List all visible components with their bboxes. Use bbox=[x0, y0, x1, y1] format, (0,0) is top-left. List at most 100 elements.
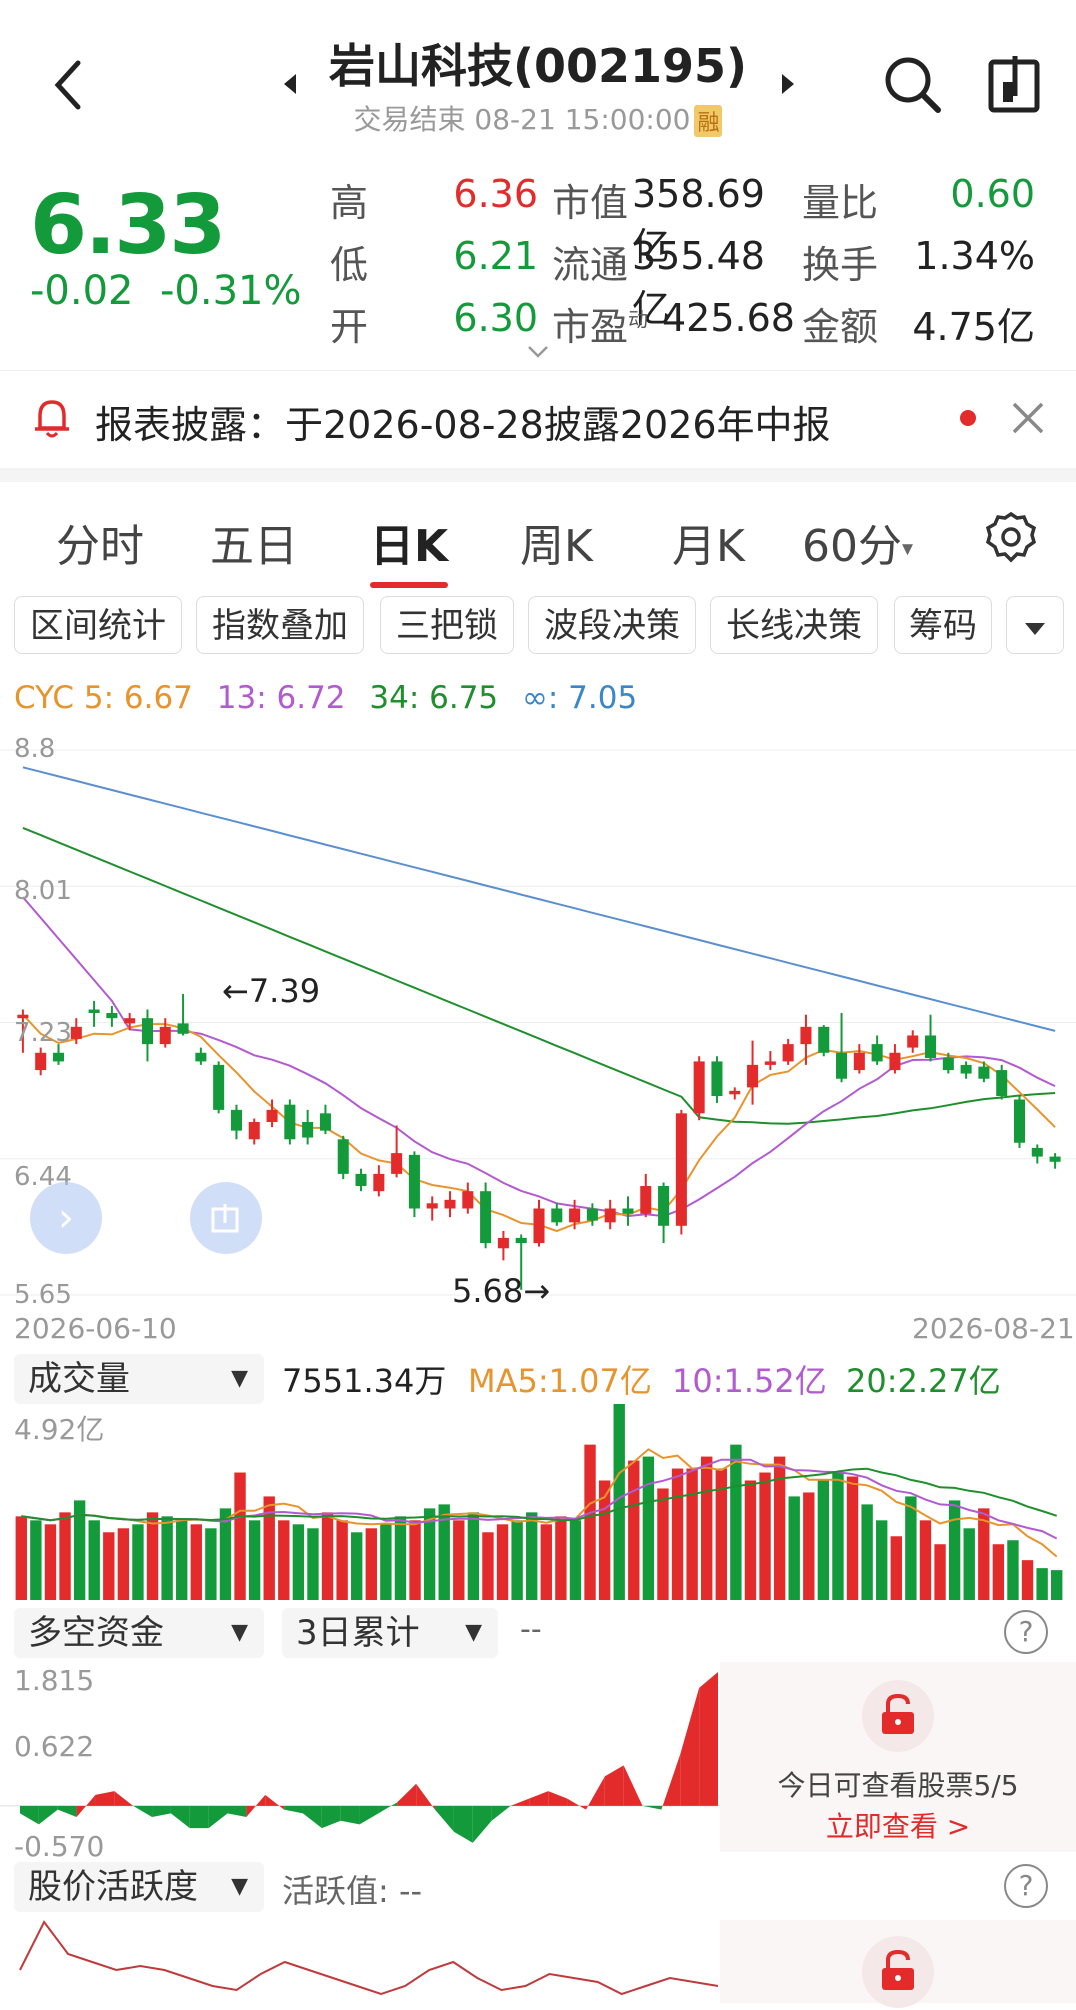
turnover-label: 换手 bbox=[802, 243, 879, 287]
close-icon[interactable] bbox=[1010, 400, 1046, 440]
volume-bar bbox=[992, 1544, 1005, 1600]
candle-body bbox=[640, 1186, 652, 1214]
candle-body bbox=[88, 1009, 100, 1013]
tool-chips[interactable]: 筹码 bbox=[894, 596, 992, 654]
tool-swing-decision[interactable]: 波段决策 bbox=[528, 596, 696, 654]
cycinf-legend: ∞: 7.05 bbox=[522, 680, 638, 716]
expand-chevron-icon[interactable] bbox=[527, 344, 549, 363]
candle-body bbox=[337, 1139, 349, 1174]
high-annotation-value: 7.39 bbox=[248, 972, 321, 1010]
notice-text[interactable]: 报表披露：于2026-08-28披露2026年中报 bbox=[95, 394, 831, 449]
candle-body bbox=[622, 1208, 634, 1214]
candle-body bbox=[195, 1052, 207, 1062]
fund-flow-area bbox=[359, 1805, 379, 1825]
volume-bar bbox=[351, 1532, 363, 1600]
fund-period-selector[interactable]: 3日累计 ▼ bbox=[282, 1608, 498, 1658]
volume-bar bbox=[394, 1516, 407, 1600]
high-label: 高 bbox=[330, 181, 369, 225]
volume-chart[interactable] bbox=[0, 1404, 1076, 1602]
volume-bar bbox=[526, 1512, 538, 1600]
volume-bar bbox=[365, 1528, 377, 1600]
volume-bar bbox=[817, 1480, 830, 1600]
fund-selector[interactable]: 多空资金 ▼ bbox=[14, 1608, 264, 1658]
expand-arrow-button[interactable]: › bbox=[30, 1182, 102, 1254]
low-value: 6.21 bbox=[453, 234, 538, 278]
tools-more-button[interactable] bbox=[1006, 596, 1064, 654]
search-icon[interactable] bbox=[880, 52, 944, 120]
tool-index-overlay[interactable]: 指数叠加 bbox=[196, 596, 364, 654]
fund-flow-area bbox=[642, 1805, 662, 1810]
volume-bar bbox=[919, 1520, 932, 1600]
share-icon[interactable] bbox=[985, 52, 1045, 120]
candle-body bbox=[159, 1026, 171, 1045]
fund-tick-mid: 0.622 bbox=[14, 1730, 95, 1763]
volume-bar bbox=[657, 1488, 669, 1600]
volume-bar bbox=[876, 1520, 888, 1600]
volume-selector[interactable]: 成交量 ▼ bbox=[14, 1354, 264, 1404]
volume-bar bbox=[540, 1524, 552, 1600]
dropdown-icon: ▼ bbox=[231, 1874, 248, 1899]
volume-bar bbox=[569, 1520, 582, 1600]
tool-three-locks[interactable]: 三把锁 bbox=[380, 596, 514, 654]
active-tab-indicator bbox=[370, 582, 448, 588]
high-annotation: ←7.39 bbox=[222, 972, 321, 1010]
candle-body bbox=[177, 1023, 189, 1034]
volume-bar bbox=[1021, 1560, 1034, 1600]
fund-flow-area bbox=[378, 1802, 398, 1814]
fund-flow-chart[interactable] bbox=[0, 1662, 720, 1852]
fund-flow-area bbox=[453, 1805, 473, 1843]
activity-chart[interactable] bbox=[0, 1914, 720, 2003]
tab-monthly-k[interactable]: 月K bbox=[672, 510, 745, 574]
tab-intraday[interactable]: 分时 bbox=[56, 510, 144, 574]
help-icon[interactable]: ? bbox=[1004, 1864, 1048, 1908]
candle-body bbox=[551, 1208, 563, 1223]
tab-60min[interactable]: 60分▾ bbox=[802, 510, 913, 574]
fund-flow-area bbox=[57, 1805, 77, 1818]
fund-flow-area bbox=[321, 1805, 341, 1829]
cyc13-legend: 13: 6.72 bbox=[216, 680, 346, 716]
tab-weekly-k[interactable]: 周K bbox=[520, 510, 593, 574]
volume-bar bbox=[934, 1544, 946, 1600]
tab-five-day[interactable]: 五日 bbox=[210, 510, 298, 574]
fund-selector-label: 多空资金 bbox=[28, 1613, 164, 1653]
volume-bar bbox=[59, 1512, 71, 1600]
kline-chart[interactable] bbox=[0, 730, 1076, 1320]
fund-flow-area bbox=[152, 1805, 171, 1818]
fund-flow-area bbox=[397, 1783, 417, 1806]
tool-longterm-decision[interactable]: 长线决策 bbox=[710, 596, 878, 654]
candle-body bbox=[729, 1090, 741, 1095]
fund-flow-area bbox=[623, 1765, 643, 1806]
open-value: 6.30 bbox=[453, 296, 538, 340]
volume-bar bbox=[482, 1532, 494, 1600]
settings-gear-icon[interactable] bbox=[984, 510, 1038, 568]
turnover-value: 1.34% bbox=[914, 234, 1035, 278]
volume-bar bbox=[890, 1536, 902, 1600]
fund-flow-area bbox=[604, 1765, 624, 1806]
share-chart-button[interactable] bbox=[190, 1182, 262, 1254]
fund-flow-area bbox=[20, 1805, 39, 1825]
candle-body bbox=[230, 1109, 242, 1131]
activity-selector[interactable]: 股价活跃度 ▼ bbox=[14, 1862, 264, 1912]
volume-bar bbox=[453, 1520, 465, 1600]
tool-interval-stats[interactable]: 区间统计 bbox=[14, 596, 182, 654]
volume-bar bbox=[278, 1520, 290, 1600]
high-value: 6.36 bbox=[453, 172, 538, 216]
fund-tick-bottom: -0.570 bbox=[14, 1830, 105, 1863]
help-icon[interactable]: ? bbox=[1004, 1610, 1048, 1654]
volratio-value: 0.60 bbox=[950, 172, 1035, 216]
tab-daily-k[interactable]: 日K bbox=[370, 510, 448, 574]
volume-ma5: MA5:1.07亿 bbox=[468, 1362, 652, 1400]
candle-body bbox=[604, 1208, 616, 1223]
volume-bar bbox=[132, 1524, 144, 1600]
candle-body bbox=[907, 1035, 919, 1048]
candle-body bbox=[978, 1066, 990, 1079]
lock-text: 今日可查看股票5/5 bbox=[777, 1769, 1019, 1802]
volume-bar bbox=[336, 1520, 348, 1600]
candle-body bbox=[480, 1191, 492, 1244]
candle-body bbox=[319, 1113, 331, 1131]
candle-body bbox=[747, 1064, 759, 1088]
volume-bar bbox=[744, 1480, 757, 1600]
volume-bar bbox=[584, 1444, 596, 1600]
view-now-link[interactable]: 立即查看 > bbox=[720, 1805, 1076, 1845]
candle-body bbox=[942, 1057, 954, 1071]
